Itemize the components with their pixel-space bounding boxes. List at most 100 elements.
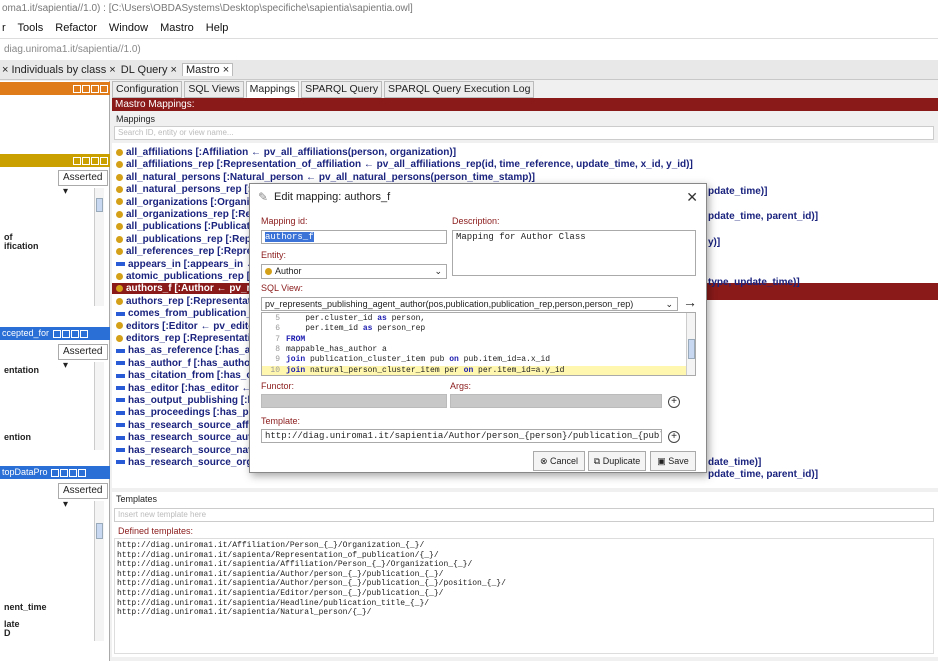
subtab-sparql-log[interactable]: SPARQL Query Execution Log bbox=[384, 81, 535, 98]
sql-code: per.cluster_id as person, bbox=[286, 314, 426, 323]
mapping-name: all_publications bbox=[126, 221, 202, 233]
mapping-name: has_proceedings bbox=[128, 407, 211, 419]
sidebar-scrollbar-2[interactable] bbox=[94, 362, 104, 450]
mapping-row[interactable]: all_affiliations_rep [:Representation_of… bbox=[112, 159, 938, 170]
mapping-id-label: Mapping id: bbox=[261, 216, 308, 226]
sidebar-text: ification bbox=[4, 241, 39, 251]
add-arg-icon[interactable]: + bbox=[668, 396, 680, 408]
mappings-label: Mappings bbox=[116, 114, 156, 124]
sql-line: 10 join natural_person_cluster_item per o… bbox=[262, 365, 686, 375]
sql-editor[interactable]: 5 per.cluster_id as person, 6 per.item_id… bbox=[261, 312, 696, 376]
sidebar-scrollbar-1[interactable] bbox=[94, 188, 104, 306]
property-mapping-icon bbox=[116, 398, 125, 403]
sidebar-header-3: ccepted_for bbox=[0, 327, 110, 340]
mastro-subtabs: Configuration SQL Views Mappings SPARQL … bbox=[112, 81, 938, 98]
close-icon[interactable]: ✕ bbox=[686, 184, 698, 210]
duplicate-button[interactable]: ⧉ Duplicate bbox=[588, 451, 646, 471]
template-item[interactable]: http://diag.uniroma1.it/sapienta/Represe… bbox=[117, 551, 439, 560]
menu-item-r[interactable]: r bbox=[2, 22, 6, 34]
sql-line: 8 mappable_has_author a bbox=[262, 345, 686, 355]
menu-item-help[interactable]: Help bbox=[206, 22, 229, 34]
sidebar-text: ention bbox=[4, 432, 31, 442]
template-item[interactable]: http://diag.uniroma1.it/sapientia/Author… bbox=[117, 579, 506, 588]
mapping-text-fragment: date_time)] bbox=[708, 457, 762, 468]
template-item[interactable]: http://diag.uniroma1.it/sapientia/Author… bbox=[117, 570, 443, 579]
template-item[interactable]: http://diag.uniroma1.it/sapientia/Editor… bbox=[117, 589, 443, 598]
asserted-dropdown-3[interactable]: Asserted ▾ bbox=[58, 483, 108, 510]
sql-code: mappable_has_author a bbox=[286, 344, 387, 354]
mapping-definition: [:Natural_person ← pv_all_natural_person… bbox=[220, 171, 536, 183]
duplicate-icon: ⧉ bbox=[593, 456, 601, 466]
subtab-mappings[interactable]: Mappings bbox=[245, 81, 300, 98]
menu-item-refactor[interactable]: Refactor bbox=[55, 22, 97, 34]
menu-item-tools[interactable]: Tools bbox=[18, 22, 44, 34]
template-item[interactable]: http://diag.uniroma1.it/sapientia/Natura… bbox=[117, 608, 371, 617]
property-mapping-icon bbox=[116, 435, 125, 440]
mastro-mappings-header: Mastro Mappings: bbox=[112, 98, 938, 111]
property-mapping-icon bbox=[116, 361, 125, 366]
template-item[interactable]: http://diag.uniroma1.it/Affiliation/Pers… bbox=[117, 541, 424, 550]
subtab-sql-views[interactable]: SQL Views bbox=[184, 81, 244, 98]
template-item[interactable]: http://diag.uniroma1.it/sapientia/Headli… bbox=[117, 599, 429, 608]
sql-scrollbar[interactable] bbox=[686, 313, 695, 375]
mapping-name: has_citation_from bbox=[128, 370, 215, 382]
sql-line: 5 per.cluster_id as person, bbox=[262, 314, 686, 324]
menu-bar: r Tools Refactor Window Mastro Help bbox=[0, 18, 938, 38]
window-title: oma1.it/sapientia//1.0) : [C:\Users\OBDA… bbox=[0, 0, 938, 18]
class-mapping-icon bbox=[116, 248, 123, 256]
mapping-name: has_author_f bbox=[128, 357, 191, 369]
class-mapping-icon bbox=[116, 235, 123, 243]
mapping-name: editors_rep bbox=[126, 333, 181, 344]
sql-view-select[interactable]: pv_represents_publishing_agent_author(po… bbox=[261, 297, 678, 311]
mapping-name: all_organizations bbox=[126, 196, 208, 208]
selected-row-extension bbox=[707, 289, 938, 300]
cancel-icon: ⊗ bbox=[539, 456, 548, 466]
mapping-name: all_natural_persons bbox=[126, 171, 221, 183]
templates-label: Templates bbox=[116, 494, 158, 504]
line-number: 8 bbox=[275, 344, 280, 354]
sql-line: 6 per.item_id as person_rep bbox=[262, 324, 686, 334]
asserted-dropdown-2[interactable]: Asserted ▾ bbox=[58, 344, 108, 371]
dialog-titlebar: ✎ Edit mapping: authors_f ✕ bbox=[250, 184, 706, 210]
mapping-name: all_affiliations_rep bbox=[126, 159, 214, 171]
sidebar-scrollbar-3[interactable] bbox=[94, 501, 104, 641]
sql-view-label: SQL View: bbox=[261, 283, 304, 293]
mapping-text-fragment: y)] bbox=[708, 237, 721, 248]
save-button[interactable]: ▣ Save bbox=[650, 451, 696, 471]
mapping-text-fragment: type, update_time)] bbox=[708, 277, 800, 288]
template-item[interactable]: http://diag.uniroma1.it/sapientia/Affili… bbox=[117, 560, 472, 569]
class-mapping-icon bbox=[116, 198, 123, 206]
mapping-id-field[interactable]: authors_f bbox=[261, 230, 447, 244]
template-field[interactable]: http://diag.uniroma1.it/sapientia/Author… bbox=[261, 429, 662, 443]
subtab-configuration[interactable]: Configuration bbox=[112, 81, 183, 98]
property-mapping-icon bbox=[116, 311, 125, 316]
sidebar-text: D bbox=[4, 628, 11, 638]
tab-individuals-by-class[interactable]: × Individuals by class × bbox=[2, 64, 116, 76]
add-template-icon[interactable]: + bbox=[668, 431, 680, 443]
mapping-search-input[interactable]: Search ID, entity or view name... bbox=[114, 126, 934, 140]
mapping-name: atomic_publications_rep bbox=[126, 271, 244, 282]
menu-item-window[interactable]: Window bbox=[109, 22, 148, 34]
asserted-dropdown-1[interactable]: Asserted ▾ bbox=[58, 170, 108, 197]
class-mapping-icon bbox=[116, 334, 123, 342]
mapping-name: all_publications_rep bbox=[126, 233, 223, 245]
tab-mastro[interactable]: Mastro × bbox=[182, 63, 234, 76]
sql-code: per.item_id as person_rep bbox=[286, 324, 426, 334]
description-field[interactable]: Mapping for Author Class bbox=[452, 230, 696, 276]
new-template-input[interactable]: Insert new template here bbox=[114, 508, 934, 522]
chevron-down-icon: ⌄ bbox=[434, 266, 442, 276]
subtab-sparql-query[interactable]: SPARQL Query bbox=[301, 81, 383, 98]
sql-code: FROM bbox=[286, 334, 306, 344]
menu-item-mastro[interactable]: Mastro bbox=[160, 22, 194, 34]
cancel-button[interactable]: ⊗ Cancel bbox=[533, 451, 585, 471]
entity-select[interactable]: Author ⌄ bbox=[261, 264, 447, 279]
tab-dl-query[interactable]: DL Query × bbox=[121, 64, 177, 76]
mapping-row[interactable]: all_natural_persons [:Natural_person ← p… bbox=[112, 172, 938, 183]
mapping-text-fragment: pdate_time, parent_id)] bbox=[708, 211, 819, 222]
mapping-row[interactable]: all_affiliations [:Affiliation ← pv_all_… bbox=[112, 147, 938, 158]
args-field[interactable] bbox=[450, 394, 662, 408]
apply-arrow-icon[interactable]: → bbox=[683, 294, 697, 310]
functor-field[interactable] bbox=[261, 394, 447, 408]
mapping-name: editors bbox=[126, 320, 160, 332]
sql-code: join publication_cluster_item pub on pub… bbox=[286, 355, 551, 365]
